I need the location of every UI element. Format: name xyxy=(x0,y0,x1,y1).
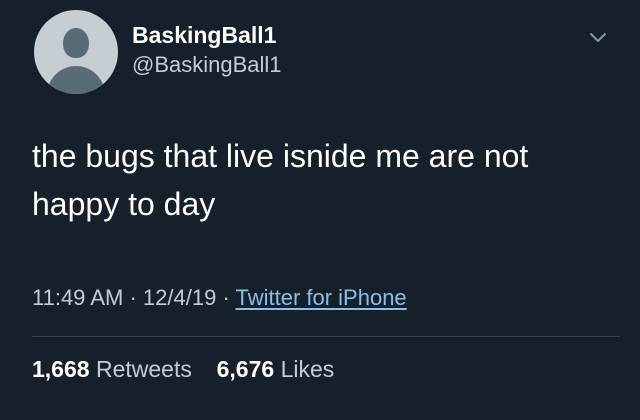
avatar[interactable] xyxy=(34,10,118,94)
meta-separator: · xyxy=(222,285,230,310)
retweets-label: Retweets xyxy=(95,356,192,382)
likes-count: 6,676 xyxy=(216,356,275,382)
default-avatar-body xyxy=(47,66,105,94)
tweet-card: BaskingBall1 @BaskingBall1 the bugs that… xyxy=(0,0,640,420)
tweet-time: 11:49 AM xyxy=(32,285,124,310)
tweet-stats: 1,668 Retweets 6,676 Likes xyxy=(32,356,334,383)
meta-separator: · xyxy=(129,285,137,310)
display-name[interactable]: BaskingBall1 xyxy=(132,22,276,49)
chevron-down-icon[interactable] xyxy=(588,28,608,48)
tweet-text: the bugs that live isnide me are not hap… xyxy=(32,138,529,222)
retweets-count: 1,668 xyxy=(32,356,90,382)
default-avatar-icon xyxy=(63,28,89,58)
likes-stat[interactable]: 6,676 Likes xyxy=(217,356,335,382)
divider xyxy=(32,336,620,337)
tweet-date: 12/4/19 xyxy=(142,285,217,310)
likes-label: Likes xyxy=(280,356,335,382)
tweet-meta: 11:49 AM · 12/4/19 · Twitter for iPhone xyxy=(32,285,407,311)
user-handle[interactable]: @BaskingBall1 xyxy=(132,52,282,78)
retweets-stat[interactable]: 1,668 Retweets xyxy=(32,356,198,382)
tweet-source-link[interactable]: Twitter for iPhone xyxy=(235,285,406,310)
